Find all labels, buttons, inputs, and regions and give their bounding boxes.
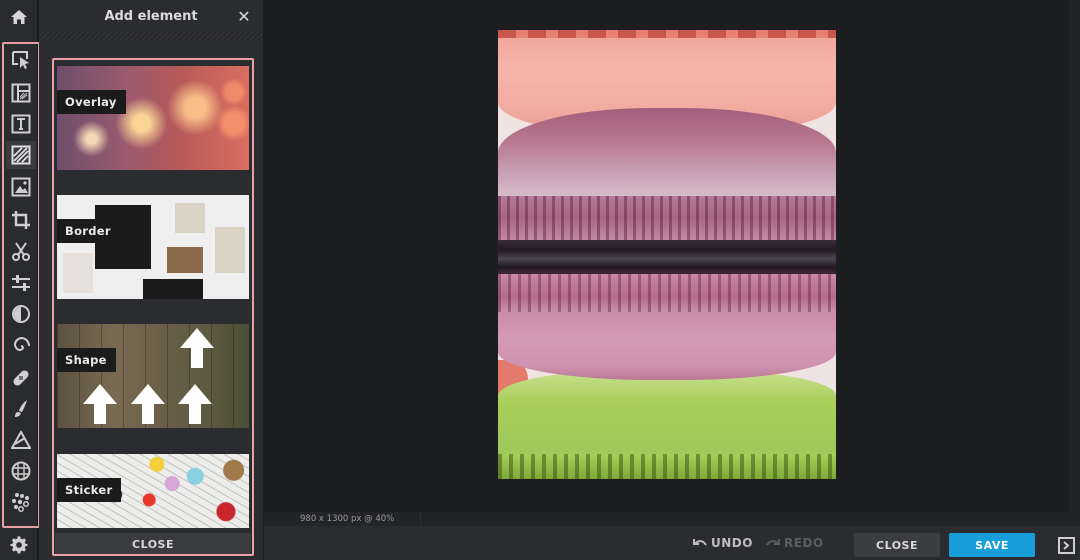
hatch-overlay-icon bbox=[11, 145, 31, 165]
card-label: Sticker bbox=[57, 478, 122, 502]
tools-group bbox=[2, 42, 40, 528]
macaron-purple-foot-bottom bbox=[498, 274, 836, 312]
text-icon bbox=[11, 114, 31, 134]
card-label: Border bbox=[57, 219, 120, 243]
heal-tool[interactable] bbox=[6, 364, 36, 392]
redo-button[interactable]: REDO bbox=[766, 536, 824, 550]
pattern-tool[interactable] bbox=[6, 457, 36, 485]
adjust-tool[interactable] bbox=[6, 269, 36, 297]
overlay-tool[interactable] bbox=[6, 141, 36, 169]
tool-rail bbox=[0, 0, 40, 560]
swirl-icon bbox=[14, 336, 31, 352]
select-tool[interactable] bbox=[6, 46, 36, 74]
add-element-panel: Add element ✕ Overlay Border Shape Stick… bbox=[39, 0, 263, 560]
triangle-draw-icon bbox=[11, 430, 31, 449]
contrast-tool[interactable] bbox=[6, 300, 36, 328]
undo-icon bbox=[693, 539, 707, 546]
image-tool[interactable] bbox=[6, 173, 36, 201]
cut-tool[interactable] bbox=[6, 238, 36, 266]
expand-panel-button[interactable] bbox=[1058, 537, 1075, 554]
element-card-border[interactable]: Border bbox=[57, 195, 249, 299]
element-list: Overlay Border Shape Sticker CLOSE bbox=[52, 58, 254, 556]
photo-editor-app: Add element ✕ Overlay Border Shape Stick… bbox=[0, 0, 1080, 560]
status-separator bbox=[420, 512, 421, 526]
cursor-select-icon bbox=[12, 51, 29, 69]
effects-tool[interactable] bbox=[6, 488, 36, 516]
image-icon bbox=[11, 177, 31, 197]
card-label: Shape bbox=[57, 348, 116, 372]
panel-close-button[interactable]: ✕ bbox=[235, 6, 253, 26]
undo-label: UNDO bbox=[711, 536, 753, 550]
panel-divider bbox=[39, 32, 263, 40]
layout-icon bbox=[11, 83, 31, 103]
element-card-shape[interactable]: Shape bbox=[57, 324, 249, 428]
home-icon bbox=[11, 10, 27, 24]
close-button[interactable]: CLOSE bbox=[854, 533, 940, 557]
save-button[interactable]: SAVE bbox=[949, 533, 1035, 557]
bandage-icon bbox=[13, 370, 29, 386]
macaron-purple-bottom bbox=[498, 310, 836, 380]
bubbles-icon bbox=[12, 493, 30, 512]
right-panel-edge bbox=[1069, 0, 1080, 512]
image-size-zoom: 980 x 1300 px @ 40% bbox=[300, 514, 395, 524]
crop-icon bbox=[12, 211, 30, 229]
settings-button[interactable] bbox=[0, 530, 38, 560]
arrow-shapes-icon bbox=[83, 328, 214, 424]
sliders-icon bbox=[12, 275, 30, 291]
gear-icon bbox=[10, 536, 28, 554]
panel-close-footer-button[interactable]: CLOSE bbox=[55, 533, 251, 554]
swirl-tool[interactable] bbox=[6, 332, 36, 360]
close-icon: ✕ bbox=[237, 6, 251, 26]
panel-title: Add element bbox=[104, 8, 198, 24]
undo-button[interactable]: UNDO bbox=[693, 536, 753, 550]
text-tool[interactable] bbox=[6, 110, 36, 138]
redo-icon bbox=[766, 539, 780, 546]
redo-label: REDO bbox=[784, 536, 824, 550]
canvas-image[interactable] bbox=[498, 30, 836, 479]
scissors-icon bbox=[12, 242, 30, 261]
home-button[interactable] bbox=[0, 0, 38, 34]
brush-tool[interactable] bbox=[6, 395, 36, 423]
macaron-green-foot bbox=[498, 454, 836, 479]
element-card-overlay[interactable]: Overlay bbox=[57, 66, 249, 170]
contrast-icon bbox=[12, 305, 30, 323]
brush-icon bbox=[15, 400, 27, 417]
crop-tool[interactable] bbox=[6, 206, 36, 234]
macaron-purple-foot-top bbox=[498, 196, 836, 240]
card-label: Overlay bbox=[57, 90, 126, 114]
draw-tool[interactable] bbox=[6, 426, 36, 454]
element-card-sticker[interactable]: Sticker bbox=[57, 454, 249, 528]
macaron-filling bbox=[498, 240, 836, 274]
macaron-pink-edge bbox=[498, 30, 836, 38]
grid-circle-icon bbox=[11, 461, 31, 481]
expand-panel-icon bbox=[1063, 541, 1070, 550]
layout-tool[interactable] bbox=[6, 79, 36, 107]
